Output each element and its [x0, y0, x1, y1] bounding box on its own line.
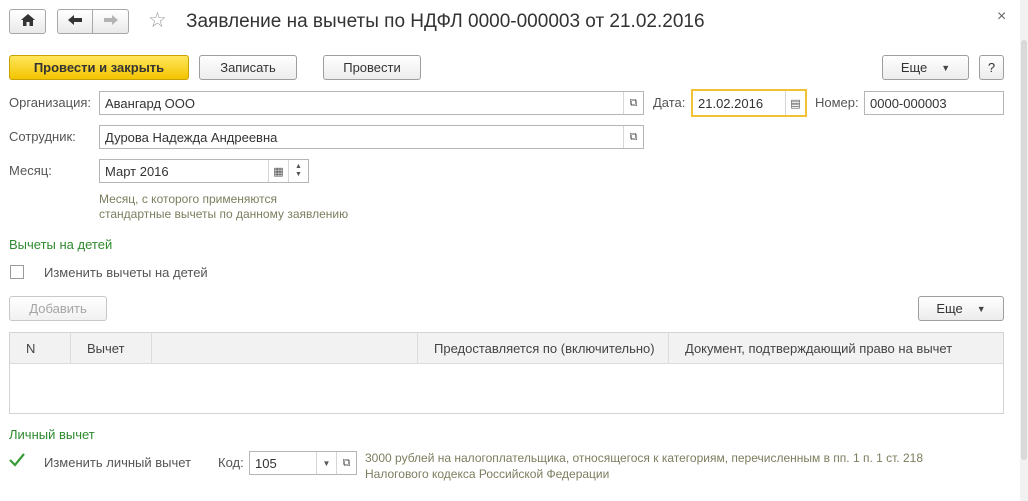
organization-value: Авангард ООО	[105, 95, 195, 111]
vertical-scrollbar[interactable]	[1020, 0, 1028, 501]
write-button[interactable]: Записать	[199, 55, 297, 80]
employee-field[interactable]: Дурова Надежда Андреевна ⧉	[99, 125, 644, 149]
open-link-icon[interactable]: ⧉	[623, 126, 643, 148]
code-label: Код:	[218, 455, 244, 470]
dropdown-caret-icon: ▼	[941, 62, 951, 73]
add-button[interactable]: Добавить	[9, 296, 107, 321]
close-icon[interactable]: ×	[997, 8, 1006, 26]
employee-value: Дурова Надежда Андреевна	[105, 129, 278, 145]
arrow-left-icon	[67, 14, 83, 29]
chevron-down-icon[interactable]: ▼	[316, 452, 336, 474]
column-header-until[interactable]: Предоставляется по (включительно)	[418, 333, 669, 364]
more-button[interactable]: Еще ▼	[882, 55, 969, 80]
date-value: 21.02.2016	[698, 95, 764, 111]
personal-description-line1: 3000 рублей на налогоплательщика, относя…	[365, 451, 923, 465]
favorite-star-icon[interactable]: ☆	[148, 9, 167, 33]
more-button-label: Еще	[900, 60, 928, 75]
organization-label: Организация:	[9, 95, 92, 110]
number-label: Номер:	[815, 95, 859, 110]
open-link-icon[interactable]: ⧉	[336, 452, 356, 474]
children-section-title: Вычеты на детей	[9, 237, 113, 252]
arrow-right-icon	[103, 14, 119, 29]
number-value: 0000-000003	[870, 95, 947, 111]
column-header-deduction[interactable]: Вычет	[71, 333, 152, 364]
personal-section-title: Личный вычет	[9, 427, 95, 442]
month-hint-line1: Месяц, с которого применяются	[99, 192, 277, 206]
employee-label: Сотрудник:	[9, 129, 76, 144]
table-header: N Вычет Предоставляется по (включительно…	[10, 333, 1003, 364]
column-header-blank[interactable]	[152, 333, 418, 364]
calendar-icon[interactable]: ▦	[268, 160, 288, 182]
month-stepper[interactable]: ▲ ▼	[288, 160, 308, 182]
home-icon	[20, 13, 36, 30]
change-personal-label: Изменить личный вычет	[44, 455, 192, 470]
scrollbar-thumb[interactable]	[1021, 40, 1027, 460]
help-button[interactable]: ?	[979, 55, 1004, 80]
change-children-checkbox[interactable]	[10, 265, 24, 279]
back-button[interactable]	[57, 9, 93, 34]
home-button[interactable]	[9, 9, 46, 34]
calendar-icon[interactable]: ▤	[785, 91, 805, 115]
code-value: 105	[255, 455, 277, 471]
children-more-label: Еще	[936, 301, 963, 316]
month-hint-line2: стандартные вычеты по данному заявлению	[99, 207, 349, 221]
date-label: Дата:	[653, 95, 686, 110]
forward-button[interactable]	[92, 9, 129, 34]
month-label: Месяц:	[9, 163, 52, 178]
column-header-document[interactable]: Документ, подтверждающий право на вычет	[669, 333, 1003, 364]
page-title: Заявление на вычеты по НДФЛ 0000-000003 …	[186, 11, 705, 32]
date-field[interactable]: 21.02.2016 ▤	[691, 89, 807, 117]
children-more-button[interactable]: Еще ▼	[918, 296, 1004, 321]
month-value: Март 2016	[105, 163, 169, 179]
post-and-close-button[interactable]: Провести и закрыть	[9, 55, 189, 80]
children-deductions-table[interactable]: N Вычет Предоставляется по (включительно…	[9, 332, 1004, 414]
column-header-n[interactable]: N	[10, 333, 71, 364]
change-personal-checkbox[interactable]	[9, 453, 25, 471]
change-children-label: Изменить вычеты на детей	[44, 265, 208, 280]
code-field[interactable]: 105 ▼ ⧉	[249, 451, 357, 475]
post-button[interactable]: Провести	[323, 55, 421, 80]
number-field[interactable]: 0000-000003	[864, 91, 1004, 115]
dropdown-caret-icon: ▼	[976, 303, 986, 314]
personal-description-line2: Налогового кодекса Российской Федерации	[365, 467, 610, 481]
month-field[interactable]: Март 2016 ▦ ▲ ▼	[99, 159, 309, 183]
organization-field[interactable]: Авангард ООО ⧉	[99, 91, 644, 115]
open-link-icon[interactable]: ⧉	[623, 92, 643, 114]
